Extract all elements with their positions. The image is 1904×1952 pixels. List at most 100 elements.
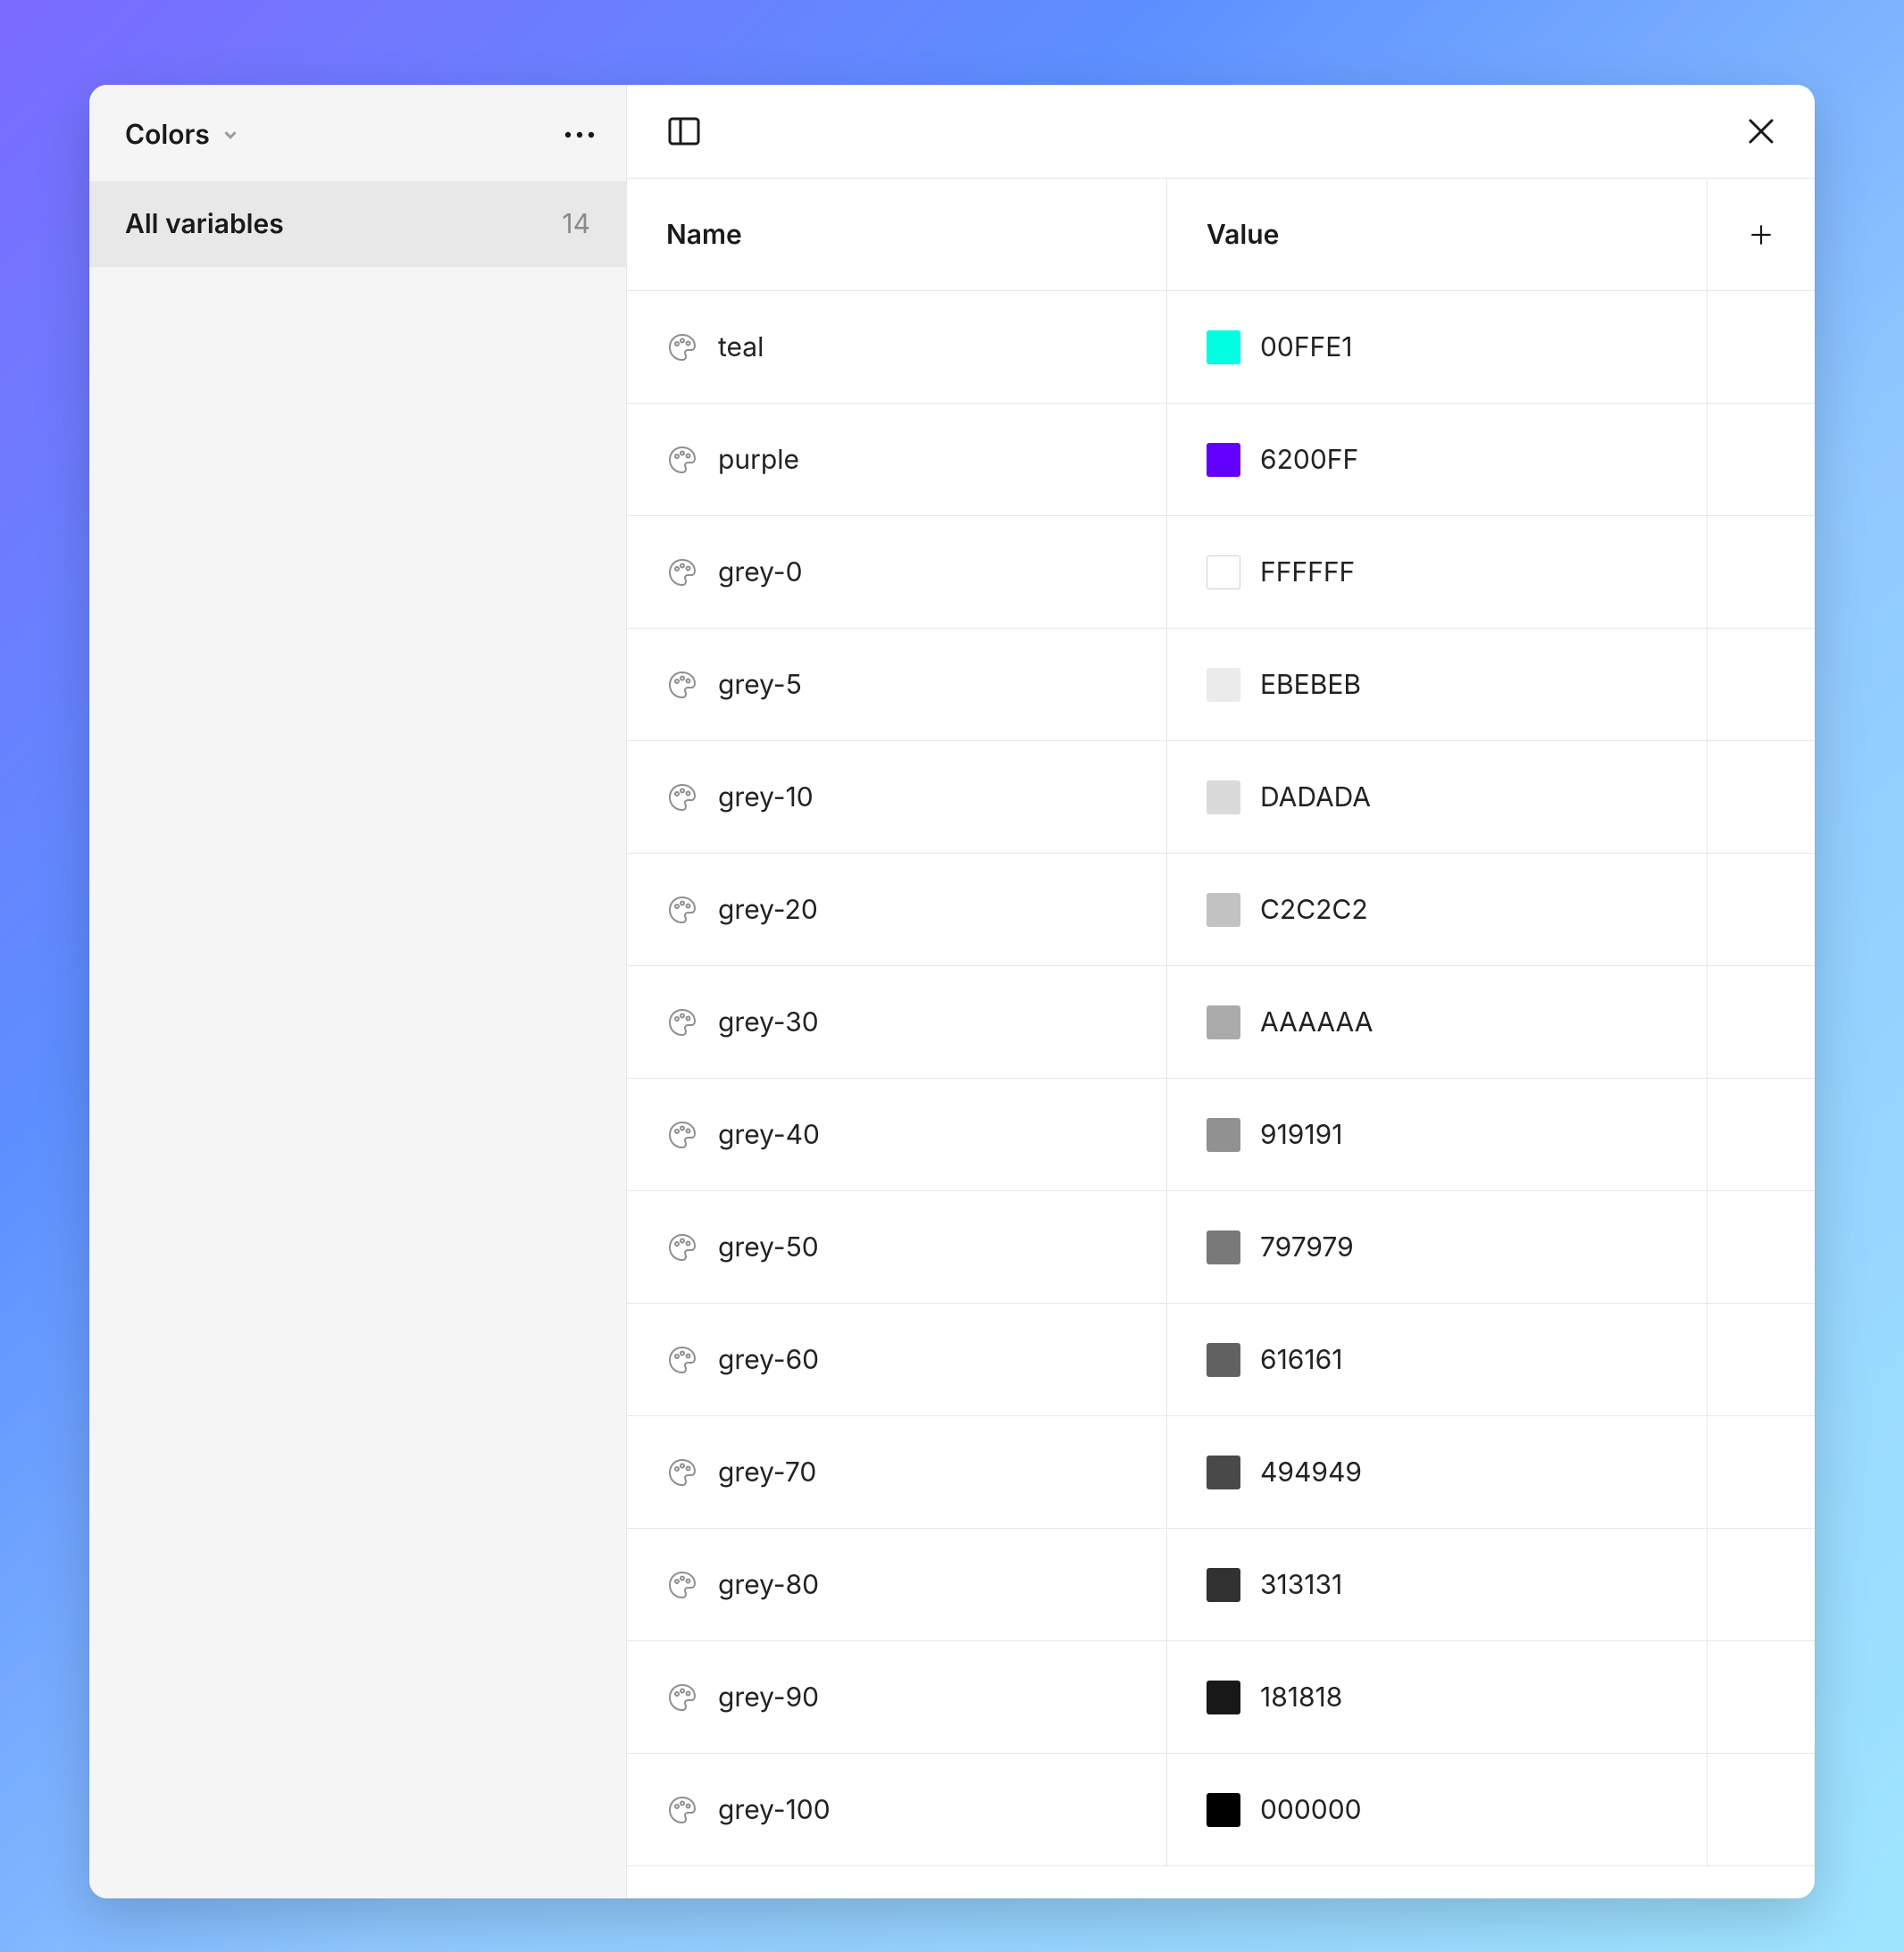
palette-icon: [666, 1456, 698, 1489]
palette-icon: [666, 1794, 698, 1826]
palette-icon: [666, 444, 698, 476]
variable-name: grey-100: [718, 1794, 831, 1826]
table-row[interactable]: grey-0 FFFFFF: [627, 516, 1815, 629]
variable-value-cell[interactable]: 6200FF: [1167, 404, 1708, 515]
variable-name-cell[interactable]: grey-20: [627, 854, 1167, 965]
variable-value: FFFFFF: [1260, 556, 1355, 588]
table-row[interactable]: teal 00FFE1: [627, 291, 1815, 404]
color-swatch: [1207, 443, 1240, 477]
table-row[interactable]: grey-70 494949: [627, 1416, 1815, 1529]
palette-icon: [666, 1569, 698, 1601]
variable-name: grey-10: [718, 781, 814, 813]
variable-name-cell[interactable]: purple: [627, 404, 1167, 515]
variable-name: grey-90: [718, 1681, 819, 1714]
sidebar-item-label: All variables: [125, 208, 284, 240]
variable-name: grey-60: [718, 1344, 819, 1376]
table-row[interactable]: grey-90 181818: [627, 1641, 1815, 1754]
collection-picker[interactable]: Colors: [125, 119, 240, 151]
variable-name: grey-70: [718, 1456, 816, 1489]
variable-value: AAAAAA: [1260, 1006, 1373, 1039]
variable-name-cell[interactable]: grey-80: [627, 1529, 1167, 1640]
table-row[interactable]: grey-80 313131: [627, 1529, 1815, 1641]
variable-extra-cell: [1708, 1191, 1815, 1303]
table-row[interactable]: grey-60 616161: [627, 1304, 1815, 1416]
variable-name-cell[interactable]: grey-100: [627, 1754, 1167, 1865]
variable-name: grey-40: [718, 1119, 820, 1151]
palette-icon: [666, 556, 698, 588]
variable-name-cell[interactable]: grey-10: [627, 741, 1167, 853]
variables-toolbar: [627, 85, 1815, 179]
variable-name-cell[interactable]: teal: [627, 291, 1167, 403]
color-swatch: [1207, 780, 1240, 814]
palette-icon: [666, 1006, 698, 1039]
variable-extra-cell: [1708, 966, 1815, 1078]
table-row[interactable]: grey-100 000000: [627, 1754, 1815, 1866]
table-row[interactable]: grey-50 797979: [627, 1191, 1815, 1304]
table-body: teal 00FFE1: [627, 291, 1815, 1866]
toggle-sidebar-button[interactable]: [663, 110, 706, 153]
palette-icon: [666, 894, 698, 926]
variable-value-cell[interactable]: AAAAAA: [1167, 966, 1708, 1078]
column-header-value-label: Value: [1207, 219, 1279, 251]
variable-name-cell[interactable]: grey-5: [627, 629, 1167, 740]
table-row[interactable]: grey-10 DADADA: [627, 741, 1815, 854]
variable-name: grey-20: [718, 894, 818, 926]
table-row[interactable]: grey-40 919191: [627, 1079, 1815, 1191]
variable-name-cell[interactable]: grey-30: [627, 966, 1167, 1078]
variable-value: 000000: [1260, 1794, 1362, 1826]
more-options-button[interactable]: [560, 115, 599, 154]
color-swatch: [1207, 1230, 1240, 1264]
variable-extra-cell: [1708, 1079, 1815, 1190]
variable-name-cell[interactable]: grey-60: [627, 1304, 1167, 1415]
variable-value-cell[interactable]: 000000: [1167, 1754, 1708, 1865]
table-row[interactable]: grey-30 AAAAAA: [627, 966, 1815, 1079]
variable-value-cell[interactable]: 313131: [1167, 1529, 1708, 1640]
variable-name-cell[interactable]: grey-40: [627, 1079, 1167, 1190]
variable-extra-cell: [1708, 1641, 1815, 1753]
variable-extra-cell: [1708, 404, 1815, 515]
variable-name: grey-50: [718, 1231, 819, 1264]
color-swatch: [1207, 1005, 1240, 1039]
variable-value: 313131: [1260, 1569, 1342, 1601]
variable-value-cell[interactable]: C2C2C2: [1167, 854, 1708, 965]
variable-value-cell[interactable]: 616161: [1167, 1304, 1708, 1415]
column-header-value[interactable]: Value: [1167, 179, 1708, 290]
variable-name: purple: [718, 444, 799, 476]
table-row[interactable]: purple 6200FF: [627, 404, 1815, 516]
color-swatch: [1207, 1343, 1240, 1377]
close-button[interactable]: [1740, 110, 1783, 153]
variable-value-cell[interactable]: DADADA: [1167, 741, 1708, 853]
collection-name: Colors: [125, 119, 210, 151]
color-swatch: [1207, 555, 1240, 589]
variable-name-cell[interactable]: grey-50: [627, 1191, 1167, 1303]
add-mode-button[interactable]: [1747, 179, 1775, 290]
variable-value-cell[interactable]: 919191: [1167, 1079, 1708, 1190]
variable-name-cell[interactable]: grey-90: [627, 1641, 1167, 1753]
variable-name-cell[interactable]: grey-0: [627, 516, 1167, 628]
add-mode-column: [1708, 179, 1815, 290]
table-row[interactable]: grey-20 C2C2C2: [627, 854, 1815, 966]
plus-icon: [1747, 219, 1775, 251]
variable-value: 494949: [1260, 1456, 1362, 1489]
palette-icon: [666, 331, 698, 363]
variable-extra-cell: [1708, 291, 1815, 403]
column-header-name[interactable]: Name: [627, 179, 1167, 290]
variable-name: grey-0: [718, 556, 803, 588]
variable-name: teal: [718, 331, 764, 363]
variable-name-cell[interactable]: grey-70: [627, 1416, 1167, 1528]
variable-value-cell[interactable]: EBEBEB: [1167, 629, 1708, 740]
palette-icon: [666, 1119, 698, 1151]
variable-name: grey-30: [718, 1006, 819, 1039]
sidebar-item-all-variables[interactable]: All variables 14: [89, 181, 626, 267]
sidebar-item-count: 14: [562, 208, 590, 240]
variable-value-cell[interactable]: 494949: [1167, 1416, 1708, 1528]
variable-value-cell[interactable]: FFFFFF: [1167, 516, 1708, 628]
variable-value: C2C2C2: [1260, 894, 1368, 926]
variable-value-cell[interactable]: 181818: [1167, 1641, 1708, 1753]
variable-value-cell[interactable]: 00FFE1: [1167, 291, 1708, 403]
panel-left-icon: [664, 112, 704, 151]
color-swatch: [1207, 1681, 1240, 1714]
table-row[interactable]: grey-5 EBEBEB: [627, 629, 1815, 741]
palette-icon: [666, 669, 698, 701]
variable-value-cell[interactable]: 797979: [1167, 1191, 1708, 1303]
